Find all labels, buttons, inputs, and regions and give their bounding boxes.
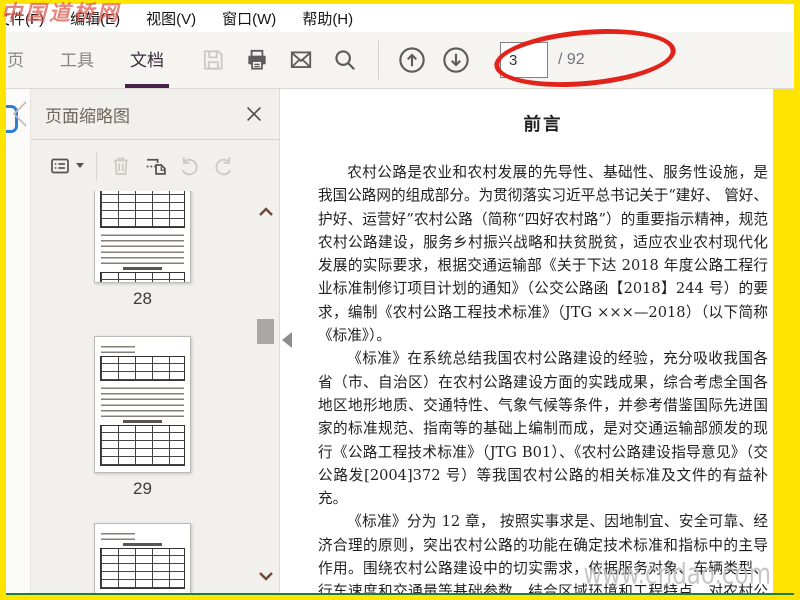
thumbnail-table	[100, 547, 185, 589]
paragraph-1: 农村公路是农业和农村发展的先导性、基础性、服务性设施，是我国公路网的组成部分。为…	[318, 164, 768, 345]
page-number-input[interactable]	[500, 42, 548, 78]
tab-document[interactable]: 文档	[125, 32, 169, 88]
menu-view[interactable]: 视图(V)	[133, 8, 209, 29]
delete-page-button	[106, 151, 136, 181]
menu-help[interactable]: 帮助(H)	[289, 8, 366, 29]
thumbnail-options-icon	[50, 158, 69, 173]
rotate-left-icon	[181, 157, 197, 176]
rotate-right-icon	[215, 157, 231, 176]
print-button[interactable]	[242, 45, 272, 75]
toolbar-divider	[378, 41, 379, 79]
thumbnail-list: 28 29	[31, 191, 279, 593]
tab-tools[interactable]: 工具	[55, 32, 99, 88]
thumbnail-table	[100, 356, 185, 381]
print-icon	[248, 49, 266, 70]
email-icon	[290, 51, 312, 68]
arrow-up-circle-icon	[399, 47, 425, 73]
thumbnail-text-block	[101, 345, 135, 353]
left-panel-rail	[6, 89, 31, 593]
scroll-down-icon[interactable]	[258, 571, 274, 583]
next-page-button[interactable]	[441, 45, 471, 75]
thumbnail-label-28[interactable]: 28	[94, 289, 191, 309]
scrollbar-thumb[interactable]	[257, 319, 274, 344]
scroll-up-icon[interactable]	[258, 205, 274, 217]
thumbnail-table	[100, 191, 185, 228]
rotate-right-button	[208, 151, 238, 181]
thumbnail-caption	[122, 267, 163, 270]
sidebar-scrollbar[interactable]	[255, 191, 277, 593]
ribbon-tabs: 页 工具 文档	[6, 32, 182, 88]
panel-title: 页面缩略图	[45, 106, 130, 126]
arrow-down-circle-icon	[443, 47, 469, 73]
email-button[interactable]	[286, 45, 316, 75]
paragraph-2: 《标准》在系统总结我国农村公路建设的经验，充分吸收我国各省（市、自治区）在农村公…	[318, 350, 768, 508]
thumbnail-text-block	[101, 384, 184, 417]
menu-bar: 文件(F) 编辑(E) 视图(V) 窗口(W) 帮助(H)	[6, 4, 794, 33]
thumbnail-caption	[122, 543, 163, 546]
menu-file[interactable]: 文件(F)	[6, 8, 57, 29]
thumbnail-page-30[interactable]	[94, 523, 191, 593]
document-view[interactable]: 前言 农村公路是农业和农村发展的先导性、基础性、服务性设施，是我国公路网的组成部…	[279, 89, 773, 593]
tools-divider	[96, 150, 97, 181]
search-icon	[335, 50, 355, 70]
thumbnail-label-29[interactable]: 29	[94, 479, 191, 499]
menu-window[interactable]: 窗口(W)	[209, 8, 289, 29]
thumbnail-table	[100, 271, 185, 282]
thumbnail-caption	[122, 420, 163, 423]
thumbnail-table	[100, 424, 185, 466]
document-title: 前言	[523, 115, 563, 135]
close-icon[interactable]	[243, 103, 265, 125]
thumbnail-page-28[interactable]	[94, 191, 191, 283]
document-page: 前言 农村公路是农业和农村发展的先导性、基础性、服务性设施，是我国公路网的组成部…	[318, 89, 768, 593]
paragraph-3: 《标准》分为 12 章， 按照实事求是、因地制宜、安全可靠、经济合理的原则，突出…	[318, 513, 768, 593]
page-total-label: / 92	[558, 51, 585, 68]
save-button	[198, 45, 228, 75]
pdf-reader-window: 文件(F) 编辑(E) 视图(V) 窗口(W) 帮助(H) 中国道桥网 页 工具…	[0, 0, 800, 600]
main-area: 页面缩略图 28 29 前言 农村公路是农业和农村发展的先导性、基础性、服务性设…	[6, 89, 773, 593]
thumbnail-text-block	[101, 532, 135, 540]
bottom-green-line	[6, 593, 794, 595]
page-splice-icon	[146, 158, 166, 175]
thumbnails-panel: 页面缩略图 28 29	[31, 89, 279, 593]
thumbnail-options-button[interactable]	[45, 151, 87, 181]
previous-page-button[interactable]	[397, 45, 427, 75]
panel-header: 页面缩略图	[31, 89, 279, 140]
chevron-down-icon	[75, 163, 84, 172]
thumbnail-text-block	[101, 231, 184, 264]
collapse-sidebar-arrow[interactable]	[282, 332, 292, 348]
rotate-left-button	[174, 151, 204, 181]
menu-edit[interactable]: 编辑(E)	[57, 8, 133, 29]
thumbnail-text-block	[101, 468, 184, 472]
tab-home[interactable]: 页	[2, 32, 29, 88]
trash-icon	[113, 157, 129, 175]
search-button[interactable]	[330, 45, 360, 75]
save-icon	[203, 50, 223, 70]
thumbnail-toolbar	[31, 140, 279, 191]
toolbar: 页 工具 文档 3 / 92	[6, 32, 794, 89]
thumbnail-page-29[interactable]	[94, 336, 191, 473]
splice-page-button[interactable]	[140, 151, 170, 181]
